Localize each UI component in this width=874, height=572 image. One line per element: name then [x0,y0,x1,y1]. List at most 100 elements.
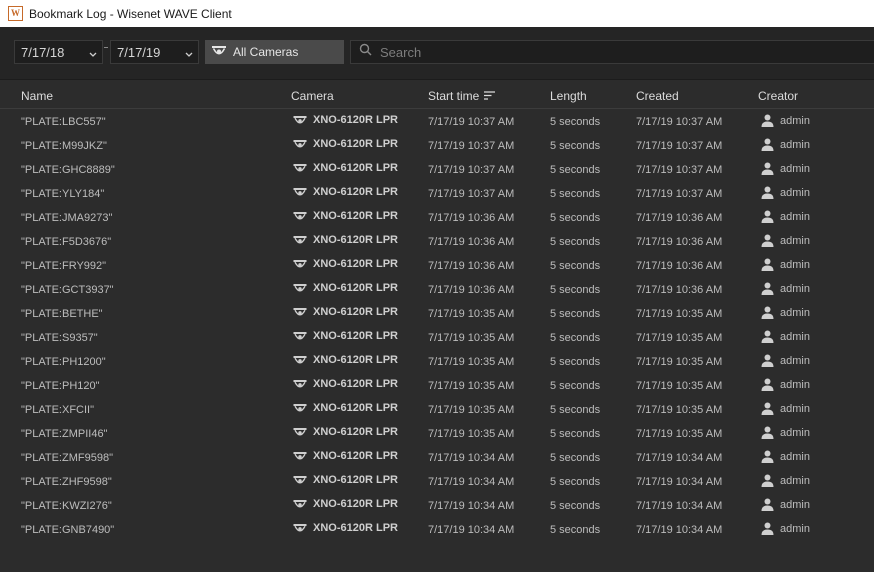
dome-camera-icon [205,44,233,61]
bookmark-creator-label: admin [780,138,810,151]
bookmark-name: "PLATE:JMA9273" [21,212,113,224]
table-row[interactable]: "PLATE:FRY992" XNO-6120R LPR 7/17/19 10:36… [0,254,874,278]
camera-selector-button[interactable]: All Cameras [205,40,344,64]
table-row[interactable]: "PLATE:ZMPII46" XNO-6120R LPR 7/17/19 10:3… [0,422,874,446]
table-row[interactable]: "PLATE:KWZI276" XNO-6120R LPR 7/17/19 10:3… [0,494,874,518]
bookmark-created: 7/17/19 10:36 AM [636,284,723,296]
bookmark-creator: admin [761,138,810,151]
column-header-length[interactable]: Length [550,89,587,103]
bookmark-length: 5 seconds [550,260,601,272]
bookmark-camera: XNO-6120R LPR [293,306,398,318]
table-row[interactable]: "PLATE:M99JKZ" XNO-6120R LPR 7/17/19 10:37… [0,134,874,158]
dome-camera-icon [293,403,313,414]
bookmark-start-time: 7/17/19 10:35 AM [428,332,515,344]
table-row[interactable]: "PLATE:JMA9273" XNO-6120R LPR 7/17/19 10:3… [0,206,874,230]
bookmark-created: 7/17/19 10:34 AM [636,500,723,512]
bookmark-creator: admin [761,234,810,247]
table-row[interactable]: "PLATE:BETHE" XNO-6120R LPR 7/17/19 10:35 … [0,302,874,326]
table-row[interactable]: "PLATE:ZHF9598" XNO-6120R LPR 7/17/19 10:3… [0,470,874,494]
dome-camera-icon [293,187,313,198]
bookmark-created: 7/17/19 10:36 AM [636,236,723,248]
bookmark-camera-label: XNO-6120R LPR [313,426,398,438]
user-icon [761,186,780,199]
bookmark-created: 7/17/19 10:35 AM [636,332,723,344]
table-row[interactable]: "PLATE:GCT3937" XNO-6120R LPR 7/17/19 10:3… [0,278,874,302]
dome-camera-icon [293,499,313,510]
bookmark-creator: admin [761,522,810,535]
bookmark-created: 7/17/19 10:35 AM [636,380,723,392]
bookmark-name: "PLATE:BETHE" [21,308,103,320]
bookmark-creator-label: admin [780,330,810,343]
column-header-start-time[interactable]: Start time [428,89,496,103]
bookmark-creator-label: admin [780,162,810,175]
user-icon [761,378,780,391]
table-row[interactable]: "PLATE:GHC8889" XNO-6120R LPR 7/17/19 10:3… [0,158,874,182]
bookmark-length: 5 seconds [550,284,601,296]
bookmark-camera: XNO-6120R LPR [293,162,398,174]
search-box[interactable] [350,40,874,64]
bookmark-camera-label: XNO-6120R LPR [313,474,398,486]
bookmark-length: 5 seconds [550,164,601,176]
bookmark-camera-label: XNO-6120R LPR [313,282,398,294]
bookmark-creator: admin [761,450,810,463]
dome-camera-icon [293,451,313,462]
dome-camera-icon [293,163,313,174]
bookmark-camera: XNO-6120R LPR [293,186,398,198]
bookmark-camera-label: XNO-6120R LPR [313,186,398,198]
dome-camera-icon [293,475,313,486]
table-row[interactable]: "PLATE:S9357" XNO-6120R LPR 7/17/19 10:35 … [0,326,874,350]
bookmark-created: 7/17/19 10:37 AM [636,164,723,176]
window-title: Bookmark Log - Wisenet WAVE Client [29,6,232,21]
table-row[interactable]: "PLATE:PH120" XNO-6120R LPR 7/17/19 10:35 … [0,374,874,398]
bookmark-camera: XNO-6120R LPR [293,378,398,390]
user-icon [761,450,780,463]
table-row[interactable]: "PLATE:ZMF9598" XNO-6120R LPR 7/17/19 10:3… [0,446,874,470]
bookmark-name: "PLATE:KWZI276" [21,500,112,512]
dome-camera-icon [293,115,313,126]
user-icon [761,522,780,535]
table-header: Name Camera Start time Length Created Cr… [0,86,874,109]
bookmark-start-time: 7/17/19 10:35 AM [428,356,515,368]
dome-camera-icon [293,427,313,438]
table-row[interactable]: "PLATE:LBC557" XNO-6120R LPR 7/17/19 10:37… [0,110,874,134]
user-icon [761,474,780,487]
bookmark-camera: XNO-6120R LPR [293,258,398,270]
bookmark-name: "PLATE:LBC557" [21,116,106,128]
dome-camera-icon [293,283,313,294]
bookmark-created: 7/17/19 10:35 AM [636,404,723,416]
bookmark-creator-label: admin [780,306,810,319]
table-row[interactable]: "PLATE:XFCII" XNO-6120R LPR 7/17/19 10:35 … [0,398,874,422]
dome-camera-icon [293,211,313,222]
bookmark-camera: XNO-6120R LPR [293,474,398,486]
table-row[interactable]: "PLATE:YLY184" XNO-6120R LPR 7/17/19 10:37… [0,182,874,206]
chevron-down-icon [180,45,198,60]
bookmark-start-time: 7/17/19 10:37 AM [428,164,515,176]
column-header-creator[interactable]: Creator [758,89,798,103]
bookmark-name: "PLATE:FRY992" [21,260,107,272]
bookmark-camera-label: XNO-6120R LPR [313,138,398,150]
bookmark-created: 7/17/19 10:34 AM [636,524,723,536]
column-header-created[interactable]: Created [636,89,679,103]
user-icon [761,282,780,295]
bookmark-camera-label: XNO-6120R LPR [313,402,398,414]
bookmark-start-time: 7/17/19 10:37 AM [428,140,515,152]
user-icon [761,138,780,151]
bookmark-table-body: "PLATE:LBC557" XNO-6120R LPR 7/17/19 10:37… [0,110,874,542]
date-to-picker[interactable]: 7/17/19 [110,40,199,64]
table-row[interactable]: "PLATE:F5D3676" XNO-6120R LPR 7/17/19 10:3… [0,230,874,254]
bookmark-name: "PLATE:GHC8889" [21,164,115,176]
column-header-camera[interactable]: Camera [291,89,334,103]
bookmark-camera-label: XNO-6120R LPR [313,450,398,462]
bookmark-created: 7/17/19 10:35 AM [636,356,723,368]
bookmark-creator-label: admin [780,522,810,535]
table-row[interactable]: "PLATE:PH1200" XNO-6120R LPR 7/17/19 10:35… [0,350,874,374]
bookmark-creator-label: admin [780,354,810,367]
table-row[interactable]: "PLATE:GNB7490" XNO-6120R LPR 7/17/19 10:3… [0,518,874,542]
date-range-separator [104,47,108,48]
search-input[interactable] [380,44,780,60]
bookmark-created: 7/17/19 10:37 AM [636,116,723,128]
bookmark-start-time: 7/17/19 10:35 AM [428,380,515,392]
column-header-name[interactable]: Name [21,89,53,103]
bookmark-creator: admin [761,258,810,271]
date-from-picker[interactable]: 7/17/18 [14,40,103,64]
